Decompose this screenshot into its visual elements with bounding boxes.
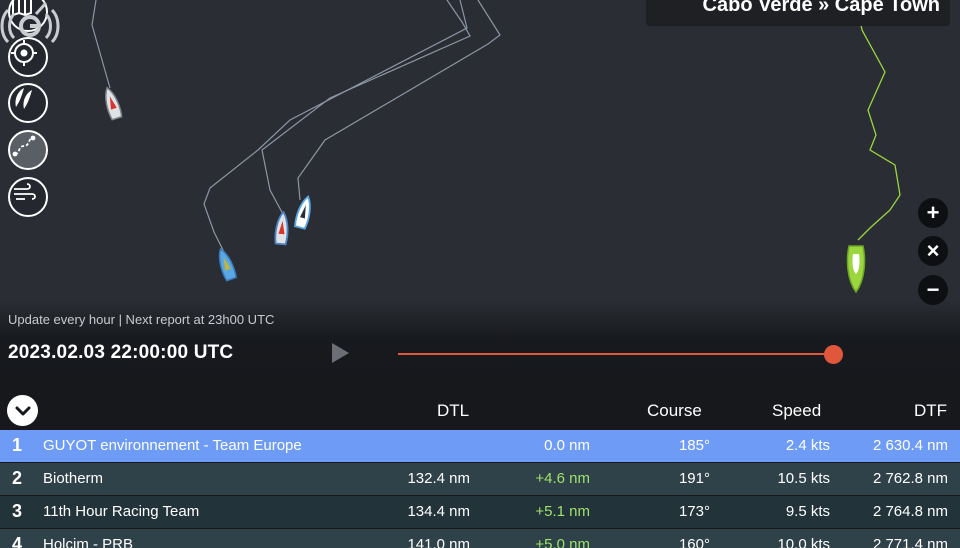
dtf-value: 2 771.4 nm xyxy=(872,536,948,548)
gap-value: +5.0 nm xyxy=(535,536,590,548)
collapse-button[interactable] xyxy=(7,395,38,426)
current-datetime: 2023.02.03 22:00:00 UTC xyxy=(8,342,234,363)
dtf-value: 2 764.8 nm xyxy=(872,503,948,520)
route-icon xyxy=(12,135,36,157)
play-button[interactable] xyxy=(332,343,349,363)
ranking-table: DTL Course Speed DTF 1 GUYOT environneme… xyxy=(0,390,960,548)
course-value: 191° xyxy=(678,470,710,487)
column-header-dtf[interactable]: DTF xyxy=(914,401,947,421)
track-line xyxy=(91,0,111,89)
speed-value: 2.4 kts xyxy=(785,437,830,454)
route-title: Cabo Verde » Cape Town xyxy=(702,0,940,16)
chevron-down-icon xyxy=(15,406,30,415)
boat-name: Holcim - PRB xyxy=(43,536,134,548)
boats-icon xyxy=(15,88,32,109)
boats-filter-button[interactable] xyxy=(8,83,48,123)
column-header-speed[interactable]: Speed xyxy=(772,401,821,421)
boat-name: Biotherm xyxy=(43,470,104,487)
rank: 3 xyxy=(12,501,23,521)
speed-value: 10.5 kts xyxy=(777,470,830,487)
rank: 2 xyxy=(12,468,23,488)
table-header: DTL Course Speed DTF xyxy=(0,390,960,430)
table-row[interactable]: 1 GUYOT environnement - Team Europe 0.0 … xyxy=(0,430,960,462)
boat-name: 11th Hour Racing Team xyxy=(43,503,200,520)
race-tracker-app: Cabo Verde » Cape Town + × − Update ever… xyxy=(0,0,960,548)
table-row[interactable]: 4 Holcim - PRB 141.0 nm +5.0 nm 160° 10.… xyxy=(0,529,960,548)
track-line xyxy=(203,0,468,253)
table-row[interactable]: 2 Biotherm 132.4 nm +4.6 nm 191° 10.5 kt… xyxy=(0,463,960,495)
boat-marker xyxy=(218,247,238,282)
zoom-out-button[interactable]: − xyxy=(918,275,948,305)
course-value: 173° xyxy=(678,503,710,520)
column-header-course[interactable]: Course xyxy=(647,401,702,421)
brand-logo-icon xyxy=(0,1,60,44)
route-toggle-button[interactable] xyxy=(8,130,48,170)
leader-track xyxy=(855,0,901,241)
dtf-value: 2 762.8 nm xyxy=(872,470,948,487)
zoom-in-button[interactable]: + xyxy=(918,198,948,228)
boat-marker xyxy=(105,86,123,121)
course-value: 185° xyxy=(678,437,710,454)
dtl-value: 132.4 nm xyxy=(407,470,470,487)
boat-marker xyxy=(274,210,289,246)
gap-value: +5.1 nm xyxy=(535,503,590,520)
boat-name: GUYOT environnement - Team Europe xyxy=(43,437,302,454)
race-map[interactable]: Cabo Verde » Cape Town + × − Update ever… xyxy=(0,0,960,390)
wind-layer-button[interactable] xyxy=(8,177,48,217)
dtl-value: 141.0 nm xyxy=(407,536,470,548)
rank: 4 xyxy=(12,534,23,548)
dtl-value: 134.4 nm xyxy=(407,503,470,520)
gap-value: +4.6 nm xyxy=(535,470,590,487)
rank: 1 xyxy=(12,435,23,455)
wind-icon xyxy=(14,183,36,200)
speed-value: 9.5 kts xyxy=(785,503,830,520)
boat-marker xyxy=(294,195,311,230)
gap-value: 0.0 nm xyxy=(544,437,590,454)
route-panel: Cabo Verde » Cape Town xyxy=(646,0,950,26)
timeline-slider[interactable] xyxy=(398,353,834,355)
dtf-value: 2 630.4 nm xyxy=(872,437,948,454)
track-line xyxy=(261,0,471,217)
table-row[interactable]: 3 11th Hour Racing Team 134.4 nm +5.1 nm… xyxy=(0,496,960,528)
speed-value: 10.0 kts xyxy=(777,536,830,548)
timeline-slider-handle[interactable] xyxy=(824,345,843,364)
update-info: Update every hour | Next report at 23h00… xyxy=(8,312,275,327)
leader-boat-marker xyxy=(846,245,866,294)
zoom-reset-button[interactable]: × xyxy=(918,236,948,266)
column-header-dtl[interactable]: DTL xyxy=(437,401,469,421)
course-value: 160° xyxy=(678,536,710,548)
